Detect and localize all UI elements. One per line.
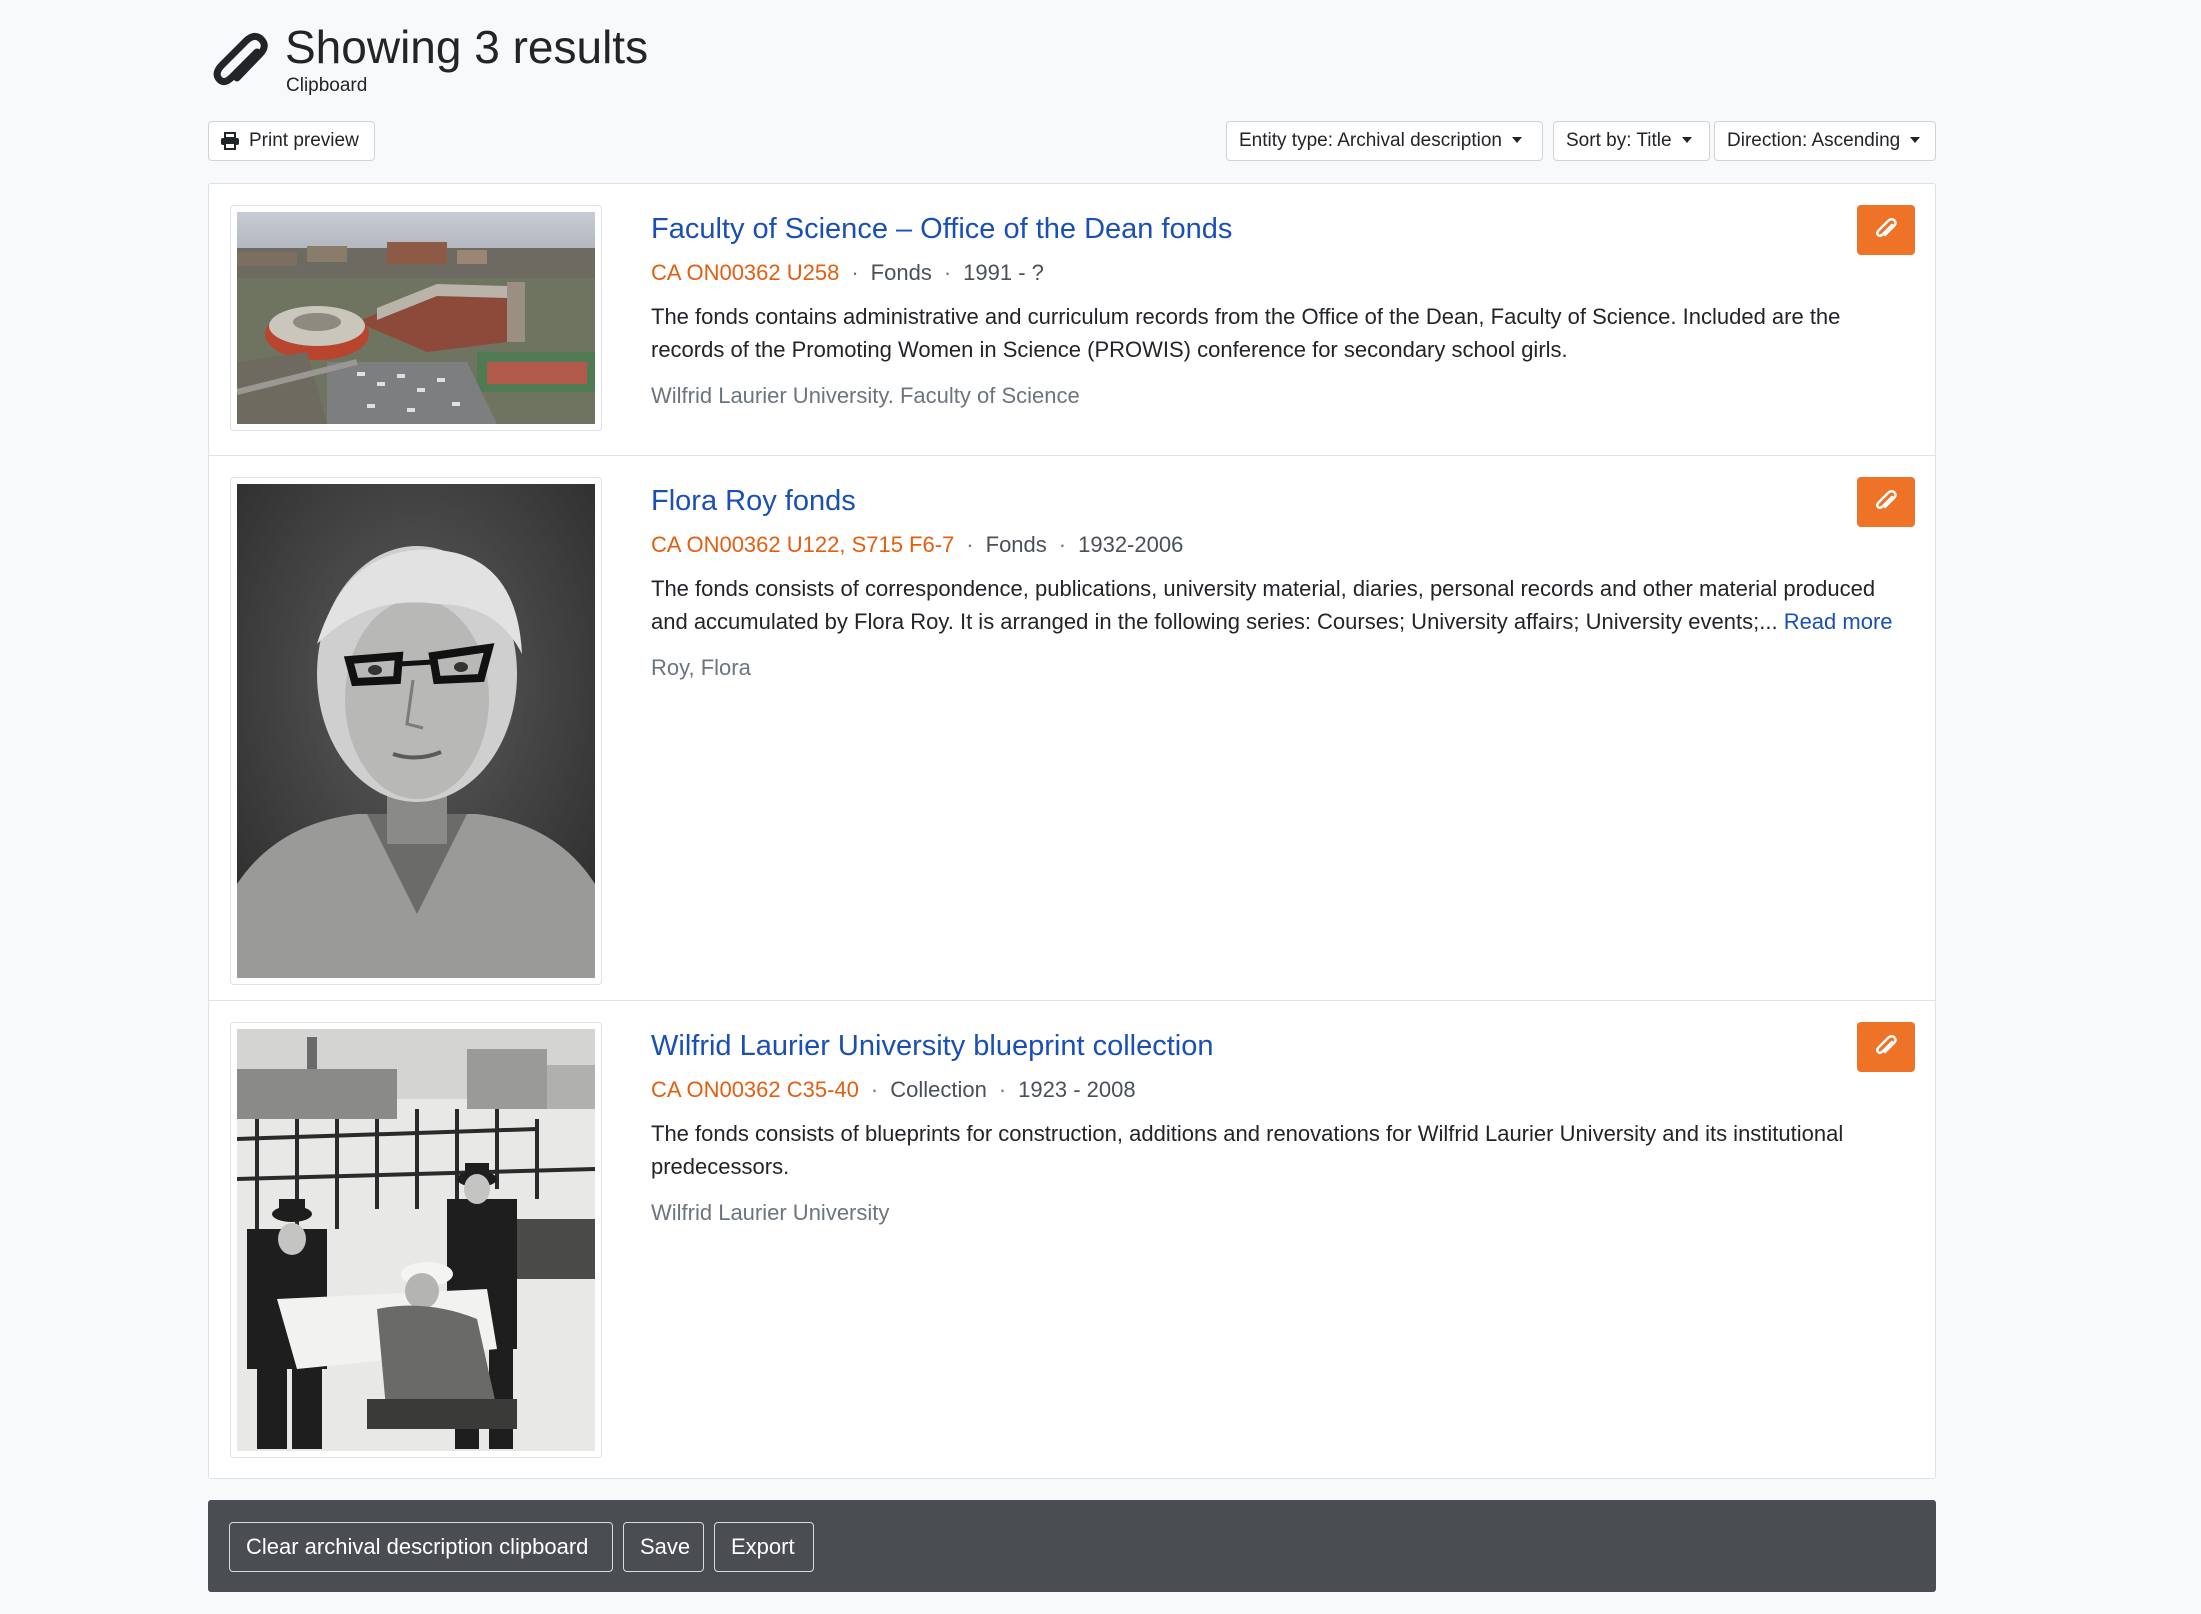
paperclip-icon: [1876, 490, 1897, 509]
result-title-link[interactable]: Faculty of Science – Office of the Dean …: [651, 210, 1232, 248]
save-button[interactable]: Save: [623, 1522, 704, 1572]
reference-code: CA ON00362 U122, S715 F6-7: [651, 532, 955, 557]
page-title: Showing 3 results: [285, 21, 649, 73]
remove-from-clipboard-button[interactable]: [1857, 477, 1915, 527]
caret-down-icon: [1681, 137, 1692, 143]
remove-from-clipboard-button[interactable]: [1857, 1022, 1915, 1072]
result-item: Flora Roy fonds CA ON00362 U122, S715 F6…: [209, 456, 1935, 1001]
portrait-photo: [237, 484, 595, 978]
results-list: Faculty of Science – Office of the Dean …: [208, 183, 1936, 1479]
result-meta: CA ON00362 U122, S715 F6-7 · Fonds · 1932-20…: [651, 530, 1183, 560]
reference-code: CA ON00362 U258: [651, 260, 840, 285]
separator-dot: ·: [943, 260, 952, 285]
print-preview-label: Print preview: [249, 130, 359, 151]
sort-by-label: Sort by: Title: [1566, 130, 1672, 151]
result-thumbnail[interactable]: [230, 205, 602, 431]
level-of-description: Fonds: [985, 532, 1047, 557]
result-creator: Roy, Flora: [651, 655, 751, 680]
separator-dot: ·: [1058, 532, 1067, 557]
result-description: The fonds contains administrative and cu…: [651, 304, 1841, 362]
toolbar: Print preview Entity type: Archival desc…: [208, 121, 1936, 163]
sort-by-dropdown[interactable]: Sort by: Title: [1553, 121, 1710, 161]
separator-dot: ·: [851, 260, 859, 285]
dates: 1991 - ?: [963, 260, 1044, 285]
caret-down-icon: [1511, 137, 1522, 143]
dates: 1923 - 2008: [1018, 1077, 1136, 1102]
caret-down-icon: [1910, 137, 1921, 143]
printer-icon: [221, 132, 239, 150]
direction-label: Direction: Ascending: [1727, 130, 1901, 151]
paperclip-icon: [1876, 1035, 1897, 1054]
clear-clipboard-button[interactable]: Clear archival description clipboard: [229, 1522, 613, 1572]
result-description: The fonds consists of correspondence, pu…: [651, 572, 1911, 638]
result-thumbnail[interactable]: [230, 477, 602, 985]
clipboard-action-bar: Clear archival description clipboard Sav…: [208, 1500, 1936, 1592]
separator-dot: ·: [998, 1077, 1007, 1102]
separator-dot: ·: [966, 532, 974, 557]
description-text: The fonds consists of correspondence, pu…: [651, 576, 1876, 634]
level-of-description: Collection: [890, 1077, 987, 1102]
paperclip-icon: [213, 32, 268, 86]
result-description: The fonds consists of blueprints for con…: [651, 1121, 1844, 1179]
result-meta: CA ON00362 U258 · Fonds · 1991 - ?: [651, 258, 1044, 288]
page-subtitle: Clipboard: [286, 75, 368, 96]
result-title-link[interactable]: Flora Roy fonds: [651, 482, 856, 520]
reference-code: CA ON00362 C35-40: [651, 1077, 859, 1102]
result-item: Faculty of Science – Office of the Dean …: [209, 184, 1935, 456]
result-thumbnail[interactable]: [230, 1022, 602, 1458]
print-preview-button[interactable]: Print preview: [208, 121, 375, 161]
entity-type-dropdown[interactable]: Entity type: Archival description: [1226, 121, 1543, 161]
construction-site-photo: [237, 1029, 595, 1451]
read-more-link[interactable]: Read more: [1784, 609, 1893, 634]
entity-type-label: Entity type: Archival description: [1239, 130, 1502, 151]
result-creator: Wilfrid Laurier University. Faculty of S…: [651, 383, 1080, 408]
level-of-description: Fonds: [870, 260, 932, 285]
direction-dropdown[interactable]: Direction: Ascending: [1714, 121, 1936, 161]
page-container: Showing 3 results Clipboard Print previe…: [208, 0, 1936, 1592]
result-meta: CA ON00362 C35-40 · Collection · 1923 - 2008: [651, 1075, 1136, 1105]
remove-from-clipboard-button[interactable]: [1857, 205, 1915, 255]
paperclip-icon: [1876, 218, 1897, 237]
export-button[interactable]: Export: [714, 1522, 814, 1572]
page-header: Showing 3 results Clipboard: [208, 0, 1936, 120]
result-creator: Wilfrid Laurier University: [651, 1200, 890, 1225]
separator-dot: ·: [870, 1077, 879, 1102]
dates: 1932-2006: [1078, 532, 1184, 557]
result-title-link[interactable]: Wilfrid Laurier University blueprint col…: [651, 1027, 1213, 1065]
result-item: Wilfrid Laurier University blueprint col…: [209, 1001, 1935, 1478]
aerial-campus-photo: [237, 212, 595, 424]
